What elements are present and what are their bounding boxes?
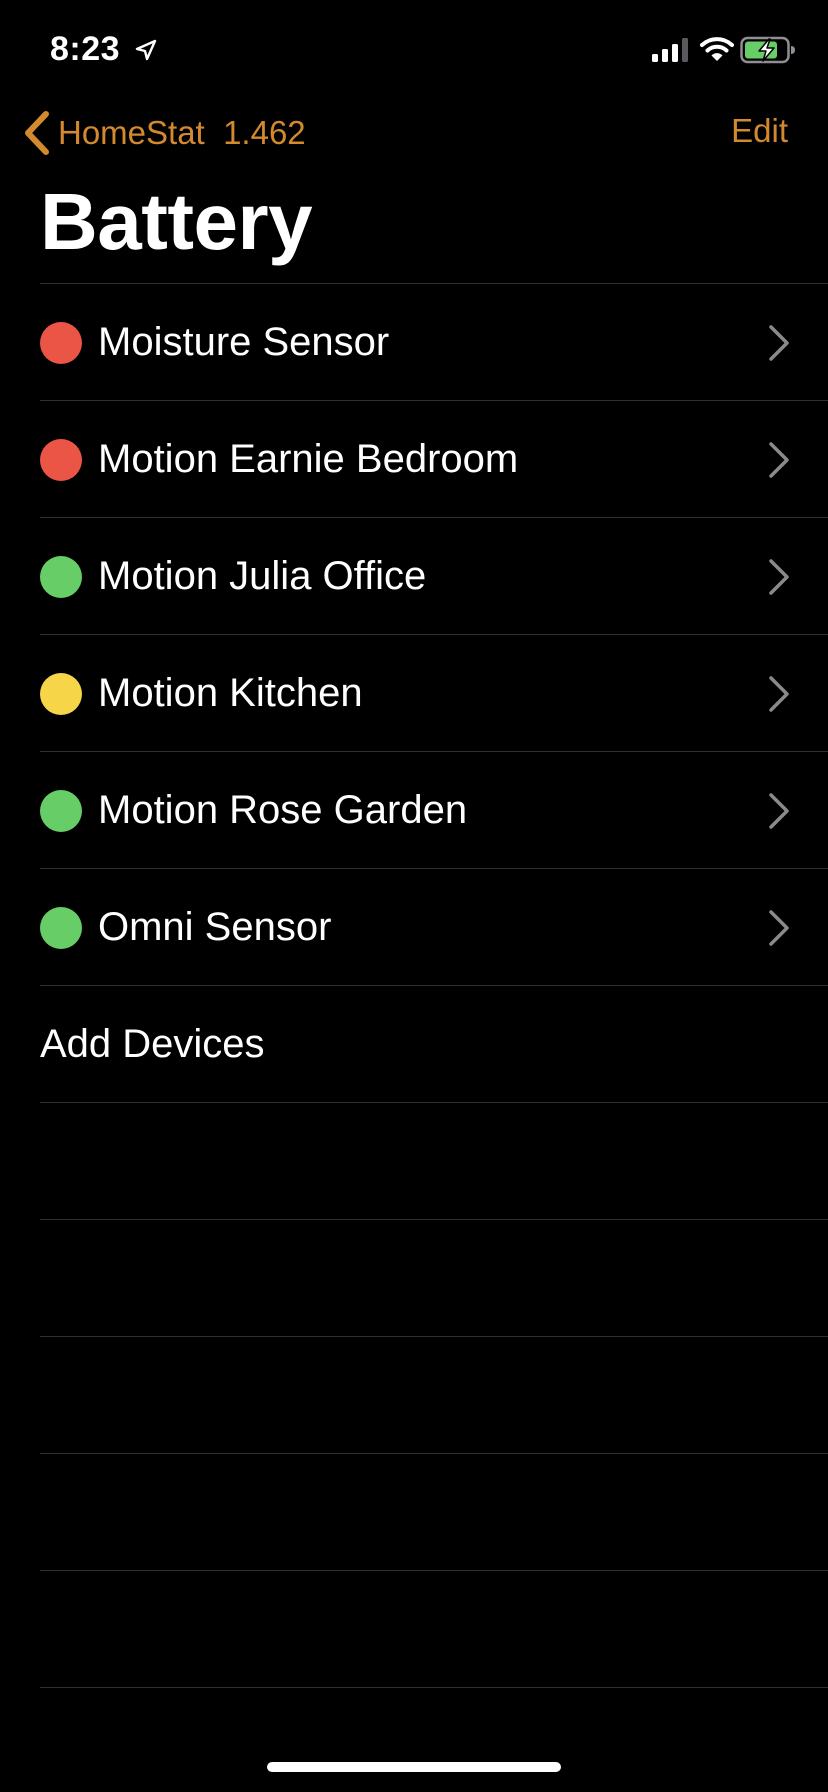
empty-row [40,1102,828,1219]
device-label: Moisture Sensor [98,320,390,364]
chevron-right-icon [769,325,789,361]
status-indicator [40,439,82,481]
status-indicator [40,322,82,364]
device-label: Motion Kitchen [98,671,363,715]
status-indicator [40,556,82,598]
status-indicator [40,790,82,832]
cellular-signal-icon [652,38,688,62]
chevron-right-icon [769,793,789,829]
chevron-right-icon [769,676,789,712]
screen: 8:23 HomeStat 1.462 Edit Battery Moistur… [0,0,828,1792]
back-button[interactable]: HomeStat 1.462 [22,108,306,158]
status-indicator [40,907,82,949]
list-item-motion-rose-garden[interactable]: Motion Rose Garden [40,751,828,868]
list-item-moisture-sensor[interactable]: Moisture Sensor [40,283,828,400]
empty-row [40,1687,828,1688]
device-list: Moisture Sensor Motion Earnie Bedroom Mo… [40,283,828,1688]
status-indicator [40,673,82,715]
chevron-left-icon [25,111,49,155]
edit-button[interactable]: Edit [731,112,788,150]
device-label: Motion Earnie Bedroom [98,437,519,481]
empty-row [40,1219,828,1336]
device-label: Omni Sensor [98,905,332,949]
empty-row [40,1336,828,1453]
list-item-motion-earnie-bedroom[interactable]: Motion Earnie Bedroom [40,400,828,517]
battery-charging-icon [740,36,795,64]
empty-row [40,1453,828,1570]
add-devices-label: Add Devices [40,1022,265,1066]
device-label: Motion Julia Office [98,554,427,598]
wifi-icon [700,37,734,61]
location-arrow-icon [135,39,157,61]
status-bar: 8:23 [0,0,828,100]
back-button-label: HomeStat 1.462 [58,114,306,151]
list-item-motion-kitchen[interactable]: Motion Kitchen [40,634,828,751]
chevron-right-icon [769,442,789,478]
chevron-right-icon [769,910,789,946]
device-label: Motion Rose Garden [98,788,468,832]
add-devices-button[interactable]: Add Devices [40,985,828,1102]
empty-row [40,1570,828,1687]
page-title: Battery [40,177,313,266]
home-indicator[interactable] [267,1762,561,1772]
list-item-motion-julia-office[interactable]: Motion Julia Office [40,517,828,634]
chevron-right-icon [769,559,789,595]
list-item-omni-sensor[interactable]: Omni Sensor [40,868,828,985]
status-time: 8:23 [50,30,121,68]
